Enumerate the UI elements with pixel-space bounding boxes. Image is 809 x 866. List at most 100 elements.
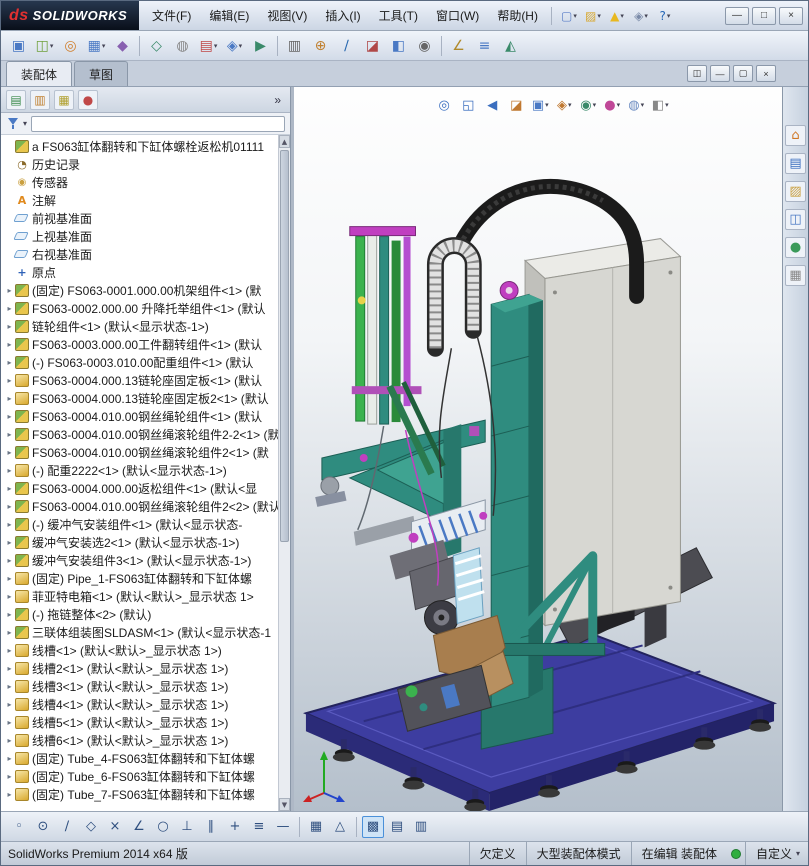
doc-close-button[interactable]: ×	[756, 65, 776, 82]
dropdown-arrow-icon[interactable]: ▾	[573, 12, 577, 20]
expand-icon[interactable]: ▸	[4, 664, 15, 673]
view-orientation-icon[interactable]: ▣ ▾	[530, 95, 551, 115]
featuremanager-tab-icon[interactable]: ▤	[6, 89, 26, 110]
explode-line-sketch-icon[interactable]: ∕	[334, 34, 359, 58]
section-view-icon[interactable]: ◪	[506, 95, 527, 115]
reference-geometry-icon[interactable]: ◈ ▾	[222, 34, 247, 58]
tangent-snap-icon[interactable]: ○	[152, 816, 174, 838]
expand-icon[interactable]: ▸	[4, 448, 15, 457]
expand-icon[interactable]: ▸	[4, 430, 15, 439]
expand-icon[interactable]: ▸	[4, 700, 15, 709]
tree-item[interactable]: ▸ FS063-0004.010.00钢丝绳滚轮组件2<1> (默	[4, 443, 278, 461]
tree-item[interactable]: ▸ (-) 配重2222<1> (默认<显示状态-1>)	[4, 461, 278, 479]
assembly-features-icon[interactable]: ▤ ▾	[196, 34, 221, 58]
expand-icon[interactable]: ▸	[4, 772, 15, 781]
graphics-viewport[interactable]: ◎ ◱ ◀ ◪ ▣ ▾ ◈ ▾ ◉ ▾ ● ▾ ◍ ▾ ◧ ▾	[294, 87, 782, 811]
filter-input[interactable]	[31, 115, 285, 132]
tree-item[interactable]: ▸ (-) FS063-0003.010.00配重组件<1> (默认	[4, 353, 278, 371]
help-icon[interactable]: ? ▾	[654, 6, 676, 26]
expand-icon[interactable]: ▸	[4, 520, 15, 529]
expand-icon[interactable]: ▸	[4, 286, 15, 295]
tree-item[interactable]: ▸ FS063-0004.000.13链轮座固定板2<1> (默认	[4, 389, 278, 407]
filter-dropdown-icon[interactable]: ▾	[23, 119, 27, 128]
nearest-snap-icon[interactable]: ∠	[128, 816, 150, 838]
appearances-icon[interactable]: ●	[785, 237, 806, 258]
center-snap-icon[interactable]: ⊙	[32, 816, 54, 838]
minimize-button[interactable]: —	[725, 6, 749, 25]
previous-view-icon[interactable]: ◀	[482, 95, 503, 115]
close-button[interactable]: ×	[779, 6, 803, 25]
grid-display-icon[interactable]: ▩	[362, 815, 384, 838]
tree-item[interactable]: ▸ 三联体组装图SLDASM<1> (默认<显示状态-1	[4, 623, 278, 641]
tree-item[interactable]: ▸ FS063-0003.000.00工件翻转组件<1> (默认	[4, 335, 278, 353]
dropdown-arrow-icon[interactable]: ▾	[620, 12, 624, 20]
doc-restore-button[interactable]: ▢	[733, 65, 753, 82]
smart-fasteners-icon[interactable]: ◆	[110, 34, 135, 58]
menu-insert[interactable]: 插入(I)	[316, 1, 369, 30]
angle-snap-icon[interactable]: △	[329, 816, 351, 838]
assembly-3d-model[interactable]	[294, 87, 782, 811]
expand-icon[interactable]: ▸	[4, 736, 15, 745]
tree-item[interactable]: ▸ 线槽6<1> (默认<默认>_显示状态 1>)	[4, 731, 278, 749]
menu-tools[interactable]: 工具(T)	[370, 1, 427, 30]
open-icon[interactable]: ▨ ▾	[582, 6, 604, 26]
expand-icon[interactable]: ▸	[4, 682, 15, 691]
hide-show-items-icon[interactable]: ◉ ▾	[578, 95, 599, 115]
tree-item[interactable]: a FS063缸体翻转和下缸体螺栓返松机01111	[4, 137, 278, 155]
displaymanager-tab-icon[interactable]: ●	[78, 89, 98, 110]
hv-snap-icon[interactable]: +	[224, 816, 246, 838]
expand-icon[interactable]: ▸	[4, 304, 15, 313]
electrical-cabinet[interactable]	[523, 238, 682, 627]
resources-home-icon[interactable]: ⌂	[785, 125, 806, 146]
dropdown-arrow-icon[interactable]: ▾	[665, 101, 669, 109]
panel-overflow-button[interactable]: »	[270, 93, 285, 107]
tree-item[interactable]: ▸ FS063-0004.000.13链轮座固定板<1> (默认	[4, 371, 278, 389]
options-icon[interactable]: ◈ ▾	[630, 6, 652, 26]
energy-chain-loop[interactable]	[426, 237, 482, 357]
expand-icon[interactable]: ▸	[4, 394, 15, 403]
expand-icon[interactable]: ▸	[4, 718, 15, 727]
design-library-icon[interactable]: ▤	[785, 153, 806, 174]
dropdown-arrow-icon[interactable]: ▾	[214, 42, 218, 50]
filter-icon[interactable]	[6, 118, 19, 129]
tree-item[interactable]: 上视基准面	[4, 227, 278, 245]
pane-toggle-button[interactable]: ◫	[687, 65, 707, 82]
hole-alignment-icon[interactable]: ◉	[412, 34, 437, 58]
show-hidden-components-icon[interactable]: ◍	[170, 34, 195, 58]
tab-assembly[interactable]: 装配体	[6, 61, 73, 86]
expand-icon[interactable]: ▸	[4, 628, 15, 637]
tree-item[interactable]: ◉ 传感器	[4, 173, 278, 191]
snap-settings-icon[interactable]: ▤	[386, 816, 408, 838]
tree-item[interactable]: + 原点	[4, 263, 278, 281]
parallel-snap-icon[interactable]: ∥	[200, 816, 222, 838]
expand-icon[interactable]: ▸	[4, 358, 15, 367]
tree-item[interactable]: ▸ 链轮组件<1> (默认<显示状态-1>)	[4, 317, 278, 335]
tree-item[interactable]: ▸ (固定) Pipe_1-FS063缸体翻转和下缸体螺	[4, 569, 278, 587]
dropdown-arrow-icon[interactable]: ▾	[102, 42, 106, 50]
dropdown-arrow-icon[interactable]: ▾	[545, 101, 549, 109]
point-snap-icon[interactable]: ◦	[8, 816, 30, 838]
expand-icon[interactable]: ▸	[4, 556, 15, 565]
tree-item[interactable]: ◔ 历史记录	[4, 155, 278, 173]
tree-item[interactable]: ▸ 线槽4<1> (默认<默认>_显示状态 1>)	[4, 695, 278, 713]
length-snap-icon[interactable]: —	[272, 816, 294, 838]
interference-detection-icon[interactable]: ◪	[360, 34, 385, 58]
insert-components-icon[interactable]: ◫ ▾	[32, 34, 57, 58]
dropdown-arrow-icon[interactable]: ▾	[568, 101, 572, 109]
perpendicular-snap-icon[interactable]: ⊥	[176, 816, 198, 838]
zoom-to-area-icon[interactable]: ◱	[458, 95, 479, 115]
expand-icon[interactable]: ▸	[4, 592, 15, 601]
customize-button[interactable]: 自定义 ▾	[744, 842, 808, 865]
edit-component-icon[interactable]: ▣	[6, 34, 31, 58]
expand-icon[interactable]: ▸	[4, 790, 15, 799]
tree-item[interactable]: ▸ FS063-0002.000.00 升降托举组件<1> (默认	[4, 299, 278, 317]
table-icon[interactable]: ▥	[410, 816, 432, 838]
display-style-icon[interactable]: ◈ ▾	[554, 95, 575, 115]
apply-scene-icon[interactable]: ◍ ▾	[626, 95, 647, 115]
scroll-thumb[interactable]	[280, 150, 289, 543]
tree-scrollbar[interactable]: ▲ ▼	[278, 135, 290, 811]
dropdown-arrow-icon[interactable]: ▾	[50, 42, 54, 50]
propertymanager-tab-icon[interactable]: ▥	[30, 89, 50, 110]
expand-icon[interactable]: ▸	[4, 538, 15, 547]
tree-item[interactable]: ▸ (固定) Tube_6-FS063缸体翻转和下缸体螺	[4, 767, 278, 785]
